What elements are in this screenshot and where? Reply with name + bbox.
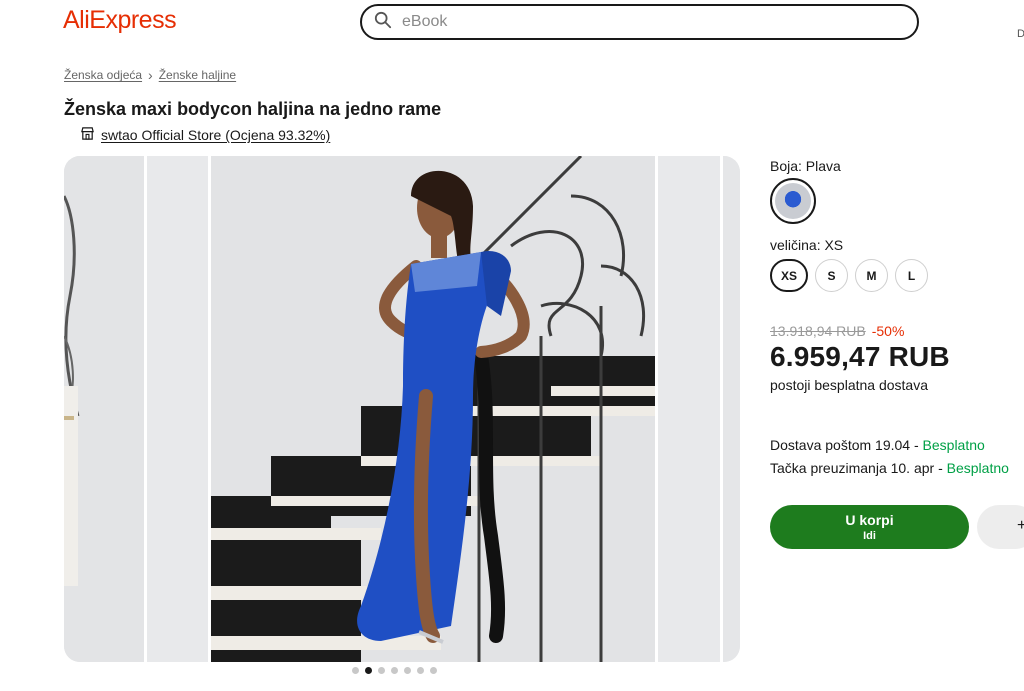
delivery-pickup: Tačka preuzimanja 10. apr - Besplatno	[770, 460, 1009, 476]
size-label: veličina: XS	[770, 237, 844, 253]
header-edge-text: D	[1017, 28, 1024, 40]
gallery-dot[interactable]	[391, 667, 398, 674]
gallery-pagination[interactable]	[352, 667, 437, 674]
color-label: Boja: Plava	[770, 158, 841, 174]
store-info: swtao Official Store (Ocjena 93.32%)	[80, 126, 330, 144]
color-swatch-blue[interactable]	[770, 178, 816, 224]
breadcrumb: Ženska odjeća › Ženske haljine	[64, 68, 236, 82]
cart-button-sublabel: Idi	[863, 530, 876, 542]
delivery-post-text: Dostava poštom 19.04 -	[770, 437, 923, 453]
gallery-dot-active[interactable]	[365, 667, 372, 674]
gallery-dot[interactable]	[417, 667, 424, 674]
size-option-xs[interactable]: XS	[770, 259, 808, 292]
dress-photo	[211, 156, 655, 662]
gallery-slide-next	[723, 156, 740, 662]
breadcrumb-item-women-dresses[interactable]: Ženske haljine	[159, 68, 236, 82]
secondary-action-button[interactable]: +	[977, 505, 1024, 549]
store-icon	[80, 126, 101, 144]
gallery-main-image[interactable]	[211, 156, 655, 662]
size-selector: XS S M L	[770, 259, 928, 292]
size-option-s[interactable]: S	[815, 259, 848, 292]
gallery-dot[interactable]	[430, 667, 437, 674]
delivery-pickup-text: Tačka preuzimanja 10. apr -	[770, 460, 947, 476]
discount-badge: -50%	[871, 323, 905, 339]
original-price-row: 13.918,94 RUB -50%	[770, 323, 904, 339]
product-title: Ženska maxi bodycon haljina na jedno ram…	[64, 99, 442, 119]
search-bar[interactable]	[360, 4, 919, 40]
delivery-post-free: Besplatno	[922, 437, 985, 453]
breadcrumb-item-women-clothing[interactable]: Ženska odjeća	[64, 68, 142, 82]
free-shipping-note: postoji besplatna dostava	[770, 377, 928, 393]
plus-icon: +	[1017, 517, 1024, 534]
stair-railing-prev-image	[64, 156, 144, 662]
cart-button-label: U korpi	[845, 512, 894, 528]
gallery-dot[interactable]	[378, 667, 385, 674]
cart-button[interactable]: U korpi Idi	[770, 505, 969, 549]
gallery-dot[interactable]	[404, 667, 411, 674]
gallery-slide-gap	[147, 156, 211, 662]
original-price: 13.918,94 RUB	[770, 323, 866, 339]
product-gallery[interactable]	[64, 156, 740, 662]
gallery-slide-gap	[658, 156, 720, 662]
delivery-post: Dostava poštom 19.04 - Besplatno	[770, 437, 985, 453]
delivery-pickup-free: Besplatno	[946, 460, 1009, 476]
search-icon	[374, 11, 392, 34]
size-option-l[interactable]: L	[895, 259, 928, 292]
gallery-dot[interactable]	[352, 667, 359, 674]
gallery-slide-prev	[64, 156, 144, 662]
search-input[interactable]	[402, 13, 882, 31]
chevron-right-icon: ›	[148, 67, 153, 83]
aliexpress-logo[interactable]: AliExpress	[63, 6, 177, 35]
size-option-m[interactable]: M	[855, 259, 888, 292]
current-price: 6.959,47 RUB	[770, 341, 950, 372]
store-link[interactable]: swtao Official Store (Ocjena 93.32%)	[101, 127, 330, 143]
